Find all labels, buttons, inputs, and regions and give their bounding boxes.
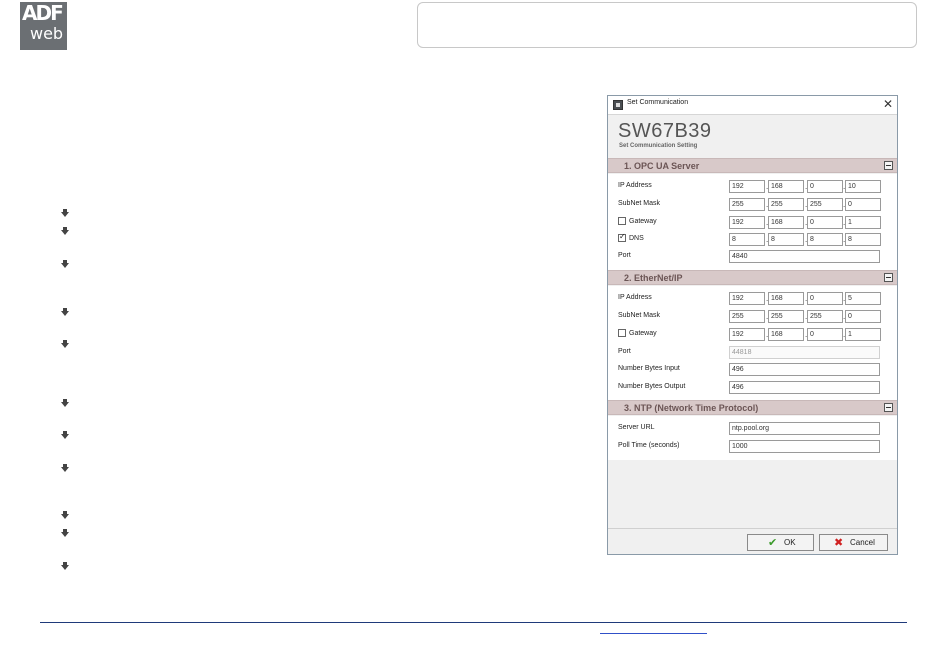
- bullet-icon: [60, 463, 70, 473]
- eip-mask-octet-2[interactable]: 255: [768, 310, 804, 323]
- device-model: SW67B39: [618, 120, 712, 142]
- eip-gateway-octet-1[interactable]: 192: [729, 328, 765, 341]
- eip-port-label: Port: [618, 348, 631, 355]
- eip-bytes-output-label: Number Bytes Output: [618, 383, 686, 390]
- ntp-poll-label: Poll Time (seconds): [618, 442, 680, 449]
- eip-mask-octet-3[interactable]: 255: [807, 310, 843, 323]
- opc-dns-octet-4[interactable]: 8: [845, 233, 881, 246]
- opc-gateway-octet-1[interactable]: 192: [729, 216, 765, 229]
- opc-mask-octet-4[interactable]: 0: [845, 198, 881, 211]
- opc-ip-octet-1[interactable]: 192: [729, 180, 765, 193]
- eip-bytes-input-field[interactable]: 496: [729, 363, 880, 376]
- opc-gateway-octet-4[interactable]: 1: [845, 216, 881, 229]
- app-icon: [613, 100, 623, 110]
- dialog-subtitle: Set Communication Setting: [619, 143, 698, 149]
- eip-panel: IP Address 192 . 168 . 0 . 5 SubNet Mask…: [608, 286, 897, 400]
- eip-gateway-label: Gateway: [629, 330, 657, 337]
- eip-mask-label: SubNet Mask: [618, 312, 661, 319]
- opc-mask-octet-1[interactable]: 255: [729, 198, 765, 211]
- bullet-icon: [60, 561, 70, 571]
- eip-mask-octet-1[interactable]: 255: [729, 310, 765, 323]
- eip-ip-octet-2[interactable]: 168: [768, 292, 804, 305]
- ntp-poll-input[interactable]: 1000: [729, 440, 880, 453]
- opc-ip-octet-2[interactable]: 168: [768, 180, 804, 193]
- bullet-icon: [60, 307, 70, 317]
- bullet-icon: [60, 398, 70, 408]
- eip-ip-octet-3[interactable]: 0: [807, 292, 843, 305]
- opc-gateway-checkbox[interactable]: [618, 217, 626, 225]
- eip-ip-label: IP Address: [618, 294, 652, 301]
- set-communication-dialog: Set Communication ✕ SW67B39 Set Communic…: [607, 95, 898, 555]
- footer-link[interactable]: [600, 633, 707, 634]
- eip-ip-octet-4[interactable]: 5: [845, 292, 881, 305]
- eip-mask-octet-4[interactable]: 0: [845, 310, 881, 323]
- ntp-url-input[interactable]: ntp.pool.org: [729, 422, 880, 435]
- opc-port-label: Port: [618, 252, 631, 259]
- eip-gateway-octet-2[interactable]: 168: [768, 328, 804, 341]
- bullet-icon: [60, 339, 70, 349]
- collapse-icon[interactable]: [884, 403, 893, 412]
- opc-ip-octet-4[interactable]: 10: [845, 180, 881, 193]
- check-icon: ✔: [768, 536, 778, 549]
- dialog-button-bar: ✔ OK ✖ Cancel: [608, 528, 897, 554]
- opc-ip-label: IP Address: [618, 182, 652, 189]
- cross-icon: ✖: [834, 536, 844, 549]
- section-title: 3. NTP (Network Time Protocol): [624, 403, 759, 413]
- opc-gateway-octet-3[interactable]: 0: [807, 216, 843, 229]
- eip-gateway-checkbox[interactable]: [618, 329, 626, 337]
- ntp-panel: Server URL ntp.pool.org Poll Time (secon…: [608, 416, 897, 460]
- header-box: [417, 2, 917, 48]
- cancel-button[interactable]: ✖ Cancel: [819, 534, 888, 551]
- opc-dns-checkbox[interactable]: [618, 232, 626, 242]
- eip-port-input: 44818: [729, 346, 880, 359]
- ok-button[interactable]: ✔ OK: [747, 534, 814, 551]
- section-ntp[interactable]: 3. NTP (Network Time Protocol): [608, 400, 897, 415]
- bullet-icon: [60, 510, 70, 520]
- bullet-icon: [60, 528, 70, 538]
- logo-text-adf: ADF: [22, 1, 64, 25]
- bullet-icon: [60, 430, 70, 440]
- opc-dns-octet-2[interactable]: 8: [768, 233, 804, 246]
- opc-ip-octet-3[interactable]: 0: [807, 180, 843, 193]
- opc-dns-octet-1[interactable]: 8: [729, 233, 765, 246]
- opc-gateway-octet-2[interactable]: 168: [768, 216, 804, 229]
- opc-mask-octet-2[interactable]: 255: [768, 198, 804, 211]
- opc-panel: IP Address 192 . 168 . 0 . 10 SubNet Mas…: [608, 174, 897, 272]
- dialog-titlebar: Set Communication ✕: [608, 96, 897, 115]
- bullet-icon: [60, 208, 70, 218]
- close-icon[interactable]: ✕: [883, 97, 893, 111]
- opc-port-input[interactable]: 4840: [729, 250, 880, 263]
- eip-gateway-octet-3[interactable]: 0: [807, 328, 843, 341]
- eip-ip-octet-1[interactable]: 192: [729, 292, 765, 305]
- section-title: 1. OPC UA Server: [624, 161, 700, 171]
- opc-mask-octet-3[interactable]: 255: [807, 198, 843, 211]
- opc-dns-octet-3[interactable]: 8: [807, 233, 843, 246]
- section-ethernet-ip[interactable]: 2. EtherNet/IP: [608, 270, 897, 285]
- eip-bytes-input-label: Number Bytes Input: [618, 365, 680, 372]
- section-opc-ua-server[interactable]: 1. OPC UA Server: [608, 158, 897, 173]
- section-title: 2. EtherNet/IP: [624, 273, 683, 283]
- logo-text-web: web: [30, 24, 64, 43]
- collapse-icon[interactable]: [884, 273, 893, 282]
- bullet-icon: [60, 226, 70, 236]
- footer-divider: [40, 622, 907, 623]
- opc-mask-label: SubNet Mask: [618, 200, 661, 207]
- opc-dns-label: DNS: [629, 235, 644, 242]
- opc-gateway-label: Gateway: [629, 218, 657, 225]
- collapse-icon[interactable]: [884, 161, 893, 170]
- adfweb-logo: ADF web: [20, 2, 67, 50]
- dialog-title: Set Communication: [627, 99, 689, 106]
- eip-bytes-output-field[interactable]: 496: [729, 381, 880, 394]
- dialog-header: SW67B39 Set Communication Setting: [608, 116, 897, 158]
- eip-gateway-octet-4[interactable]: 1: [845, 328, 881, 341]
- bullet-icon: [60, 259, 70, 269]
- ntp-url-label: Server URL: [618, 424, 655, 431]
